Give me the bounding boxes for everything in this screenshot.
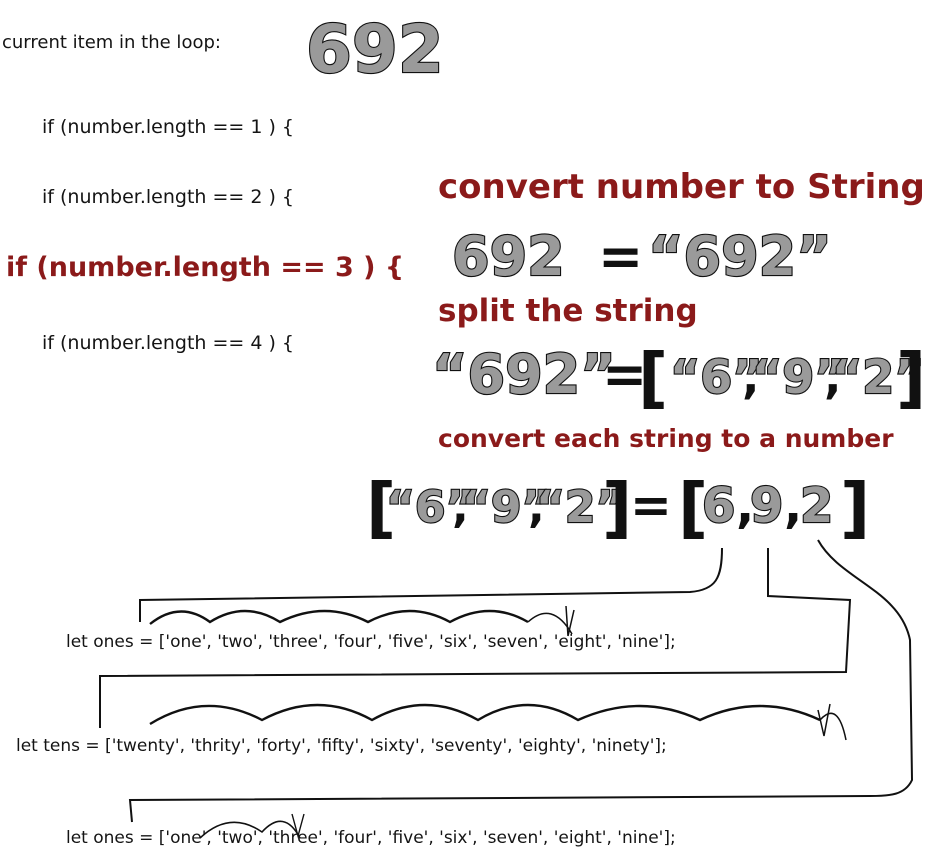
condition-length-1: if (number.length == 1 ) {	[42, 116, 295, 138]
split-equals: =	[602, 343, 647, 406]
current-item-label: current item in the loop:	[2, 32, 221, 53]
convert-string: “692”	[648, 225, 832, 288]
split-item-6: “6”	[670, 350, 762, 404]
condition-length-4: if (number.length == 4 ) {	[42, 332, 295, 354]
ones-array-hop-final	[527, 612, 573, 635]
each-close-bracket-1: ]	[602, 469, 632, 546]
split-comma-1: ,	[742, 350, 759, 404]
each-open-bracket-1: [	[366, 469, 396, 546]
convert-each-heading: convert each string to a number	[438, 424, 894, 453]
connector-digit-6	[139, 547, 723, 622]
each-number-6: 6	[702, 478, 735, 534]
split-item-9: “9”	[752, 350, 844, 404]
condition-length-2: if (number.length == 2 ) {	[42, 186, 295, 208]
each-open-bracket-2: [	[678, 469, 708, 546]
each-comma-1: ,	[452, 482, 469, 533]
split-source-string: “692”	[432, 343, 616, 406]
split-close-bracket: ]	[896, 339, 926, 416]
each-string-2: “2”	[536, 482, 624, 533]
ones-array-hops-top	[149, 609, 529, 625]
split-comma-2: ,	[824, 350, 841, 404]
split-item-2: “2”	[832, 350, 924, 404]
convert-number: 692	[452, 225, 565, 288]
each-string-6: “6”	[386, 482, 474, 533]
tens-array-hop-final	[819, 712, 847, 741]
each-comma-2: ,	[528, 482, 545, 533]
each-equals: =	[630, 476, 672, 534]
condition-length-3-active: if (number.length == 3 ) {	[6, 252, 405, 283]
ones-array-line-2: let ones = ['one', 'two', 'three', 'four…	[66, 828, 676, 848]
split-string-heading: split the string	[438, 293, 698, 329]
each-number-9: 9	[750, 478, 783, 534]
each-close-bracket-2: ]	[840, 469, 870, 546]
tens-array-hops	[149, 703, 821, 726]
tens-array-line: let tens = ['twenty', 'thrity', 'forty',…	[16, 736, 667, 756]
each-comma-3: ,	[736, 478, 754, 534]
convert-equals: =	[598, 225, 643, 288]
each-number-2: 2	[800, 478, 833, 534]
tens-array-arrow	[817, 703, 831, 737]
each-comma-4: ,	[784, 478, 802, 534]
split-open-bracket: [	[638, 339, 668, 416]
convert-to-string-heading: convert number to String	[438, 167, 925, 207]
current-number: 692	[306, 11, 444, 88]
ones-array-line-1: let ones = ['one', 'two', 'three', 'four…	[66, 632, 676, 652]
connector-digit-2	[128, 539, 914, 823]
each-string-9: “9”	[462, 482, 550, 533]
